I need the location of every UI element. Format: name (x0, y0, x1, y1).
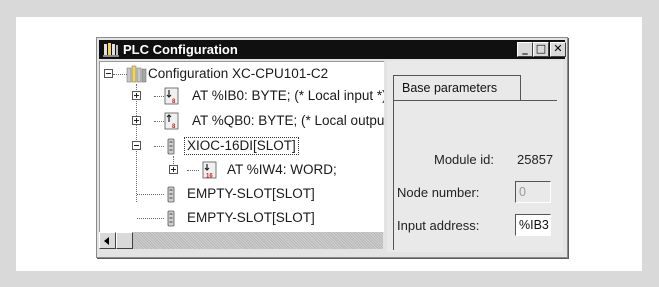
svg-text:16: 16 (206, 174, 213, 180)
slot-icon (167, 186, 175, 203)
collapse-toggle[interactable] (104, 69, 113, 78)
maximize-icon: □ (535, 42, 547, 55)
tree-node-label: EMPTY-SLOT[SLOT] (187, 186, 315, 201)
expand-toggle[interactable] (132, 91, 141, 100)
tree-node-label: AT %IW4: WORD; (227, 162, 337, 177)
tree-node-empty-slot[interactable]: EMPTY-SLOT[SLOT] (100, 185, 384, 203)
module-id-label: Module id: (434, 152, 494, 167)
properties-panel: Base parameters Module id: 25857 Node nu… (387, 61, 563, 252)
slot-icon (167, 210, 175, 227)
horizontal-scrollbar[interactable] (99, 232, 383, 249)
tree-node-output-byte[interactable]: 8 AT %QB0: BYTE; (* Local output *) (100, 112, 384, 130)
configuration-tree[interactable]: Configuration XC-CPU101-C2 8 AT %IB0: BY… (99, 61, 384, 232)
tab-base-parameters[interactable]: Base parameters (393, 75, 521, 101)
scroll-thumb[interactable] (116, 232, 133, 249)
maximize-button[interactable]: □ (533, 42, 549, 57)
plc-configuration-window: PLC Configuration _ □ ✕ Configuration XC… (96, 37, 568, 258)
tree-node-label: Configuration XC-CPU101-C2 (148, 66, 329, 81)
plc-configuration-app-icon (103, 43, 119, 57)
plc-config-icon (126, 65, 147, 83)
tree-node-input-byte[interactable]: 8 AT %IB0: BYTE; (* Local input *) (100, 87, 384, 105)
node-number-label: Node number: (397, 185, 480, 200)
input-address-field[interactable]: %IB3 (515, 214, 551, 236)
tab-content: Module id: 25857 Node number: 0 Input ad… (393, 100, 557, 250)
minimize-icon: _ (522, 42, 528, 55)
expand-toggle[interactable] (132, 116, 141, 125)
window-title: PLC Configuration (123, 42, 238, 57)
tree-node-configuration[interactable]: Configuration XC-CPU101-C2 (100, 65, 384, 83)
expand-toggle[interactable] (169, 165, 178, 174)
scroll-left-button[interactable] (99, 232, 116, 249)
close-button[interactable]: ✕ (550, 42, 566, 57)
output-byte-icon: 8 (164, 112, 179, 130)
input-word-icon: 16 (202, 161, 217, 180)
tree-node-label: AT %QB0: BYTE; (* Local output *) (192, 113, 384, 128)
input-address-label: Input address: (397, 218, 480, 233)
module-id-value: 25857 (517, 152, 554, 167)
title-bar[interactable]: PLC Configuration _ □ ✕ (99, 40, 566, 59)
tree-node-label: AT %IB0: BYTE; (* Local input *) (192, 88, 384, 103)
tree-node-io-module[interactable]: XIOC-16DI[SLOT] (100, 137, 384, 155)
minimize-button[interactable]: _ (517, 42, 533, 57)
input-byte-icon: 8 (164, 87, 179, 105)
collapse-toggle[interactable] (132, 141, 141, 150)
tree-node-label: XIOC-16DI[SLOT] (184, 137, 299, 155)
io-module-icon (167, 138, 175, 155)
tree-node-label: EMPTY-SLOT[SLOT] (187, 210, 315, 225)
tab-label: Base parameters (402, 81, 498, 95)
tree-node-input-word[interactable]: 16 AT %IW4: WORD; (100, 161, 384, 179)
node-number-field[interactable]: 0 (515, 181, 551, 203)
close-icon: ✕ (553, 42, 563, 55)
tree-node-empty-slot[interactable]: EMPTY-SLOT[SLOT] (100, 209, 384, 227)
